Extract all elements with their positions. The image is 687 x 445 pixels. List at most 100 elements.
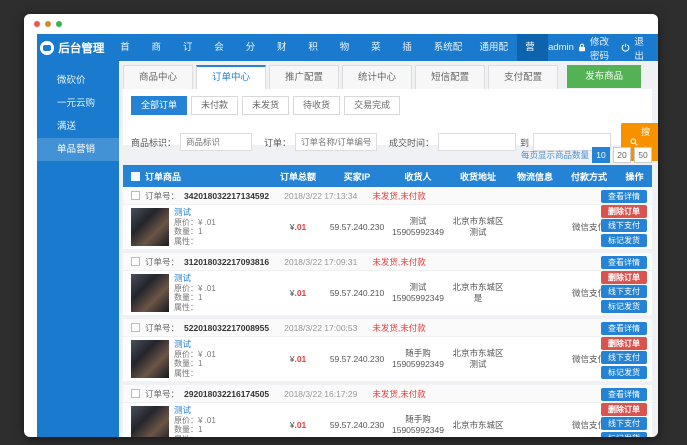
module-tab[interactable]: 统计中心 bbox=[342, 65, 412, 89]
page-size-option[interactable]: 10 bbox=[592, 147, 610, 163]
main-nav: 首页 商品 订单 会员 分销 财务 积分 物流 bbox=[112, 34, 548, 61]
nav-item[interactable]: 会员 bbox=[206, 34, 237, 61]
order-header: 订单号： 312018032217093816 2018/3/22 17:09:… bbox=[123, 253, 652, 271]
lock-icon bbox=[578, 43, 586, 52]
sidebar-item[interactable]: 单品营销 bbox=[37, 138, 119, 161]
sidebar: 微砍价 一元云购 满送 单品营销 bbox=[37, 61, 119, 437]
mark-shipped-button[interactable]: 标记发货 bbox=[601, 234, 647, 247]
offline-pay-button[interactable]: 线下支付 bbox=[601, 351, 647, 364]
offline-pay-button[interactable]: 线下支付 bbox=[601, 417, 647, 430]
nav-item[interactable]: 分销 bbox=[237, 34, 268, 61]
sidebar-item[interactable]: 一元云购 bbox=[37, 92, 119, 115]
module-tab[interactable]: 推广配置 bbox=[269, 65, 339, 89]
product-qty: 数量：1 bbox=[174, 227, 216, 237]
mark-shipped-button[interactable]: 标记发货 bbox=[601, 432, 647, 438]
col-order-total: 订单总额 bbox=[271, 170, 325, 183]
order-no-input[interactable] bbox=[295, 133, 377, 151]
nav-item[interactable]: 财务 bbox=[268, 34, 299, 61]
maximize-window-icon[interactable] bbox=[56, 21, 62, 27]
order-total-cell: ¥.01 bbox=[271, 222, 325, 233]
sidebar-item[interactable]: 满送 bbox=[37, 115, 119, 138]
mark-shipped-button[interactable]: 标记发货 bbox=[601, 366, 647, 379]
product-name-link[interactable]: 测试 bbox=[174, 339, 191, 349]
product-name-link[interactable]: 测试 bbox=[174, 207, 191, 217]
order-status-tab[interactable]: 未发货 bbox=[242, 96, 289, 115]
power-icon bbox=[621, 43, 630, 52]
order-header: 订单号： 342018032217134592 2018/3/22 17:13:… bbox=[123, 187, 652, 205]
nav-item[interactable]: 通用配置 bbox=[471, 34, 517, 61]
receiver-cell: 随手购 15905992349 bbox=[389, 414, 447, 436]
offline-pay-button[interactable]: 线下支付 bbox=[601, 219, 647, 232]
order-status-tab[interactable]: 交易完成 bbox=[344, 96, 400, 115]
view-detail-button[interactable]: 查看详情 bbox=[601, 322, 647, 335]
view-detail-button[interactable]: 查看详情 bbox=[601, 388, 647, 401]
col-receiver: 收货人 bbox=[389, 170, 447, 183]
order-block: 订单号： 312018032217093816 2018/3/22 17:09:… bbox=[123, 253, 652, 315]
main-content: 商品中心 订单中心 推广配置 统计中心 短信配置 支付配置 bbox=[119, 61, 658, 437]
order-checkbox[interactable] bbox=[131, 257, 140, 266]
nav-item[interactable]: 积分 bbox=[300, 34, 331, 61]
sidebar-item[interactable]: 微砍价 bbox=[37, 69, 119, 92]
module-tab[interactable]: 商品中心 bbox=[123, 65, 193, 89]
col-actions: 操作 bbox=[617, 170, 652, 183]
change-password-link[interactable]: 修改密码 bbox=[590, 34, 617, 62]
close-window-icon[interactable] bbox=[34, 21, 40, 27]
view-detail-button[interactable]: 查看详情 bbox=[601, 256, 647, 269]
page-size-label: 每页显示商品数量 bbox=[521, 149, 589, 161]
module-tab[interactable]: 支付配置 bbox=[488, 65, 558, 89]
nav-item[interactable]: 插件 bbox=[394, 34, 425, 61]
product-image bbox=[131, 406, 169, 437]
admin-app: 后台管理 首页 商品 订单 会员 分销 财务 bbox=[37, 34, 658, 437]
receiver-cell: 随手购 15905992349 bbox=[389, 348, 447, 370]
order-body: 测试 原价：¥ .01 数量：1 属性： ¥.01 bbox=[123, 403, 652, 437]
view-detail-button[interactable]: 查看详情 bbox=[601, 190, 647, 203]
module-tab[interactable]: 订单中心 bbox=[196, 65, 266, 89]
publish-product-button[interactable]: 发布商品 bbox=[567, 65, 641, 88]
offline-pay-button[interactable]: 线下支付 bbox=[601, 285, 647, 298]
product-name-link[interactable]: 测试 bbox=[174, 273, 191, 283]
nav-item[interactable]: 订单 bbox=[174, 34, 205, 61]
date-from-input[interactable] bbox=[438, 133, 516, 151]
delete-order-button[interactable]: 删除订单 bbox=[601, 337, 647, 350]
address-cell: 北京市东城区 bbox=[447, 420, 509, 431]
logout-link[interactable]: 退出 bbox=[634, 34, 648, 62]
minimize-window-icon[interactable] bbox=[45, 21, 51, 27]
app-title: 后台管理 bbox=[58, 40, 104, 56]
order-status-tab[interactable]: 未付款 bbox=[191, 96, 238, 115]
delete-order-button[interactable]: 删除订单 bbox=[601, 403, 647, 416]
order-no-label: 订单号： bbox=[145, 256, 179, 268]
order-status-tab[interactable]: 全部订单 bbox=[131, 96, 187, 115]
nav-item[interactable]: 物流 bbox=[331, 34, 362, 61]
nav-item[interactable]: 菜单 bbox=[363, 34, 394, 61]
receiver-cell: 测试 15905992349 bbox=[389, 216, 447, 238]
module-tab[interactable]: 短信配置 bbox=[415, 65, 485, 89]
module-tabs: 商品中心 订单中心 推广配置 统计中心 短信配置 支付配置 bbox=[123, 61, 652, 89]
order-status-tab[interactable]: 待收货 bbox=[293, 96, 340, 115]
product-id-input[interactable] bbox=[180, 133, 252, 151]
order-no-label: 订单号： bbox=[145, 190, 179, 202]
order-actions: 查看详情 删除订单 线下支付 标记发货 bbox=[601, 190, 647, 247]
product-image bbox=[131, 274, 169, 312]
top-navbar: 后台管理 首页 商品 订单 会员 分销 财务 bbox=[37, 34, 658, 61]
order-checkbox[interactable] bbox=[131, 389, 140, 398]
nav-item[interactable]: 首页 bbox=[112, 34, 143, 61]
product-name-link[interactable]: 测试 bbox=[174, 405, 191, 415]
col-payment: 付款方式 bbox=[561, 170, 617, 183]
delete-order-button[interactable]: 删除订单 bbox=[601, 205, 647, 218]
mark-shipped-button[interactable]: 标记发货 bbox=[601, 300, 647, 313]
order-checkbox[interactable] bbox=[131, 323, 140, 332]
order-body: 测试 原价：¥ .01 数量：1 属性： ¥.01 bbox=[123, 337, 652, 381]
order-header: 订单号： 292018032216174505 2018/3/22 16:17:… bbox=[123, 385, 652, 403]
order-number: 522018032217008955 bbox=[184, 323, 269, 333]
orders-table-header: 订单商品 订单总额 买家IP 收货人 收货地址 物流信息 付款方式 操作 bbox=[123, 165, 652, 187]
order-checkbox[interactable] bbox=[131, 191, 140, 200]
nav-item[interactable]: 系统配置 bbox=[425, 34, 471, 61]
product-qty: 数量：1 bbox=[174, 293, 216, 303]
nav-item[interactable]: 商品 bbox=[143, 34, 174, 61]
delete-order-button[interactable]: 删除订单 bbox=[601, 271, 647, 284]
order-number: 292018032216174505 bbox=[184, 389, 269, 399]
select-all-checkbox[interactable] bbox=[131, 172, 140, 181]
page-size-option[interactable]: 50 bbox=[634, 147, 652, 163]
page-size-option[interactable]: 20 bbox=[613, 147, 631, 163]
nav-item[interactable]: 营销 bbox=[517, 34, 548, 61]
